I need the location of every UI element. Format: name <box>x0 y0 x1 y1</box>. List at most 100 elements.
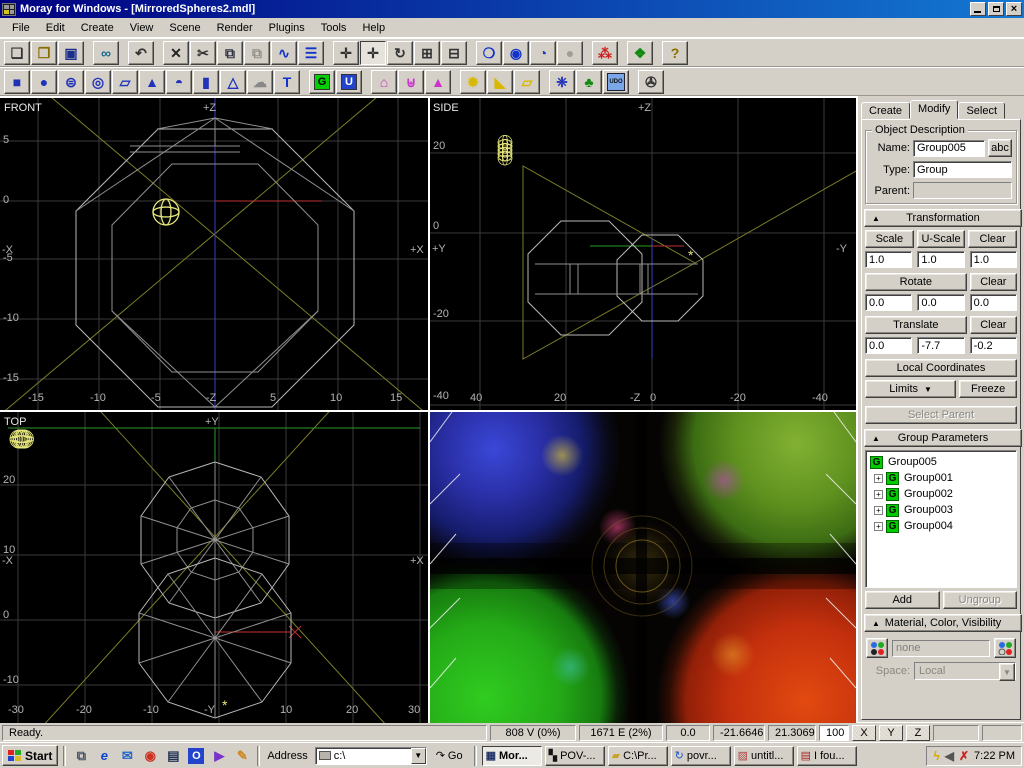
tree-item[interactable]: GGroup005 <box>868 454 1014 470</box>
menu-file[interactable]: File <box>4 19 38 37</box>
task-explorer-button[interactable]: ▰C:\Pr... <box>608 746 668 766</box>
viewport-front[interactable]: FRONT+Z-Z-X+X50-5-10-15-15-10-551015 <box>0 98 428 410</box>
material-editor-button[interactable] <box>994 638 1016 658</box>
menu-scene[interactable]: Scene <box>161 19 208 37</box>
address-dropdown-icon[interactable]: ▼ <box>411 748 426 764</box>
rotate-z-input[interactable] <box>970 294 1017 311</box>
local-coordinates-button[interactable]: Local Coordinates <box>865 359 1017 377</box>
task-povray-render-button[interactable]: ▚POV-... <box>545 746 605 766</box>
menu-help[interactable]: Help <box>354 19 393 37</box>
open-file-button[interactable]: ❒ <box>31 41 57 65</box>
create-udo-button[interactable]: UDO <box>603 70 629 94</box>
sphere-drag-button[interactable]: ◔ <box>530 41 556 65</box>
msn-channels-icon[interactable]: ◉ <box>140 746 160 766</box>
group-parameters-header[interactable]: ▲ Group Parameters <box>864 429 1022 447</box>
tab-select[interactable]: Select <box>958 102 1005 119</box>
viewport-side[interactable]: * SIDE+Z-Z+Y-Y200-20-4040200-20-40 <box>430 98 856 410</box>
scale-x-input[interactable] <box>865 251 912 268</box>
tab-create[interactable]: Create <box>861 102 910 119</box>
tree-expand-icon[interactable]: + <box>874 490 883 499</box>
create-plane-button[interactable]: ▱ <box>112 70 138 94</box>
menu-create[interactable]: Create <box>73 19 122 37</box>
task-povray-button[interactable]: ↻povr... <box>671 746 731 766</box>
abc-button[interactable]: abc <box>988 139 1012 157</box>
translate-clear-button[interactable]: Clear <box>970 316 1017 334</box>
create-area-light-button[interactable]: ▱ <box>514 70 540 94</box>
limits-button[interactable]: Limits ▼ <box>865 380 956 398</box>
freeze-button[interactable]: Freeze <box>959 380 1017 398</box>
csg-cone-button[interactable]: ▲ <box>425 70 451 94</box>
transformation-header[interactable]: ▲ Transformation <box>864 209 1022 227</box>
create-group-button[interactable]: G <box>309 70 335 94</box>
tree-item[interactable]: +GGroup003 <box>868 502 1014 518</box>
create-blob-button[interactable]: ☁ <box>247 70 273 94</box>
create-cone-button[interactable]: ▲ <box>139 70 165 94</box>
add-button[interactable]: Add <box>865 591 940 609</box>
menu-edit[interactable]: Edit <box>38 19 73 37</box>
menu-view[interactable]: View <box>122 19 162 37</box>
rotate-mode-button[interactable]: ↻ <box>387 41 413 65</box>
render-scatter-button[interactable]: ⁂ <box>592 41 618 65</box>
rotate-x-input[interactable] <box>865 294 912 311</box>
create-sphere-button[interactable]: ● <box>31 70 57 94</box>
create-camera-button[interactable]: ✇ <box>638 70 664 94</box>
scale-button[interactable]: Scale <box>865 230 914 248</box>
tree-item[interactable]: +GGroup001 <box>868 470 1014 486</box>
close-button[interactable]: × <box>1006 2 1022 16</box>
offline-status-icon[interactable]: ✗ <box>959 750 969 762</box>
rotate-button[interactable]: Rotate <box>865 273 967 291</box>
create-pyramid-button[interactable]: △ <box>220 70 246 94</box>
undo-button[interactable]: ↶ <box>128 41 154 65</box>
delete-button[interactable]: ✕ <box>163 41 189 65</box>
minimize-button[interactable] <box>970 2 986 16</box>
calculator-icon[interactable]: ▤ <box>163 746 183 766</box>
name-input[interactable] <box>913 140 985 157</box>
task-untitled-button[interactable]: ▨untitl... <box>734 746 794 766</box>
create-union-button[interactable]: U <box>336 70 362 94</box>
rotate-clear-button[interactable]: Clear <box>970 273 1017 291</box>
create-cube-button[interactable]: ■ <box>4 70 30 94</box>
create-disc-button[interactable]: ⊜ <box>58 70 84 94</box>
create-hemisphere-button[interactable]: ◓ <box>166 70 192 94</box>
task-found-button[interactable]: ▤I fou... <box>797 746 857 766</box>
outlook-express-icon[interactable]: ✉ <box>117 746 137 766</box>
office-icon[interactable]: O <box>188 748 204 764</box>
align-layers-button[interactable]: ☰ <box>298 41 324 65</box>
save-file-button[interactable]: ▣ <box>58 41 84 65</box>
scale-clear-button[interactable]: Clear <box>968 230 1017 248</box>
create-cylinder-button[interactable]: ▮ <box>193 70 219 94</box>
create-point-light-button[interactable]: ✹ <box>460 70 486 94</box>
cut-button[interactable]: ✂ <box>190 41 216 65</box>
menu-render[interactable]: Render <box>209 19 261 37</box>
tree-item[interactable]: +GGroup004 <box>868 518 1014 534</box>
render-preview-glasses-button[interactable]: ∞ <box>93 41 119 65</box>
menu-plugins[interactable]: Plugins <box>261 19 313 37</box>
restore-button[interactable] <box>988 2 1004 16</box>
task-moray-button[interactable]: ▦Mor... <box>482 746 542 766</box>
address-input[interactable]: c:\▼ <box>315 747 427 765</box>
tab-modify[interactable]: Modify <box>910 100 958 119</box>
axis-toggle-y[interactable]: Y <box>879 725 903 741</box>
tree-expand-icon[interactable]: + <box>874 522 883 531</box>
go-button[interactable]: ↷Go <box>430 746 469 766</box>
spring-link-button[interactable]: ∿ <box>271 41 297 65</box>
paint-brush-icon[interactable]: ✎ <box>232 746 252 766</box>
zoom-extents-button[interactable]: ⊟ <box>441 41 467 65</box>
csg-merge-button[interactable]: ⊎ <box>398 70 424 94</box>
create-plant-button[interactable]: ♣ <box>576 70 602 94</box>
help-button[interactable]: ? <box>662 41 688 65</box>
uscale-button[interactable]: U-Scale <box>917 230 966 248</box>
scale-y-input[interactable] <box>917 251 964 268</box>
material-assign-button[interactable] <box>866 638 888 658</box>
material-browser-button[interactable]: ❖ <box>627 41 653 65</box>
translate-mode-button[interactable]: ✛ <box>333 41 359 65</box>
viewport-top[interactable]: * TOP+Y-Y-X+X20100-10-30-20-10102030 <box>0 412 428 723</box>
translate-x-input[interactable] <box>865 337 912 354</box>
viewport-render-preview[interactable] <box>430 412 856 723</box>
sphere-point-edit-button[interactable]: ❍ <box>476 41 502 65</box>
csg-object-button[interactable]: ⌂ <box>371 70 397 94</box>
tree-expand-icon[interactable]: + <box>874 474 883 483</box>
volume-icon[interactable]: ◀ <box>945 750 954 762</box>
translate-y-input[interactable] <box>917 337 964 354</box>
zoom-window-button[interactable]: ⊞ <box>414 41 440 65</box>
